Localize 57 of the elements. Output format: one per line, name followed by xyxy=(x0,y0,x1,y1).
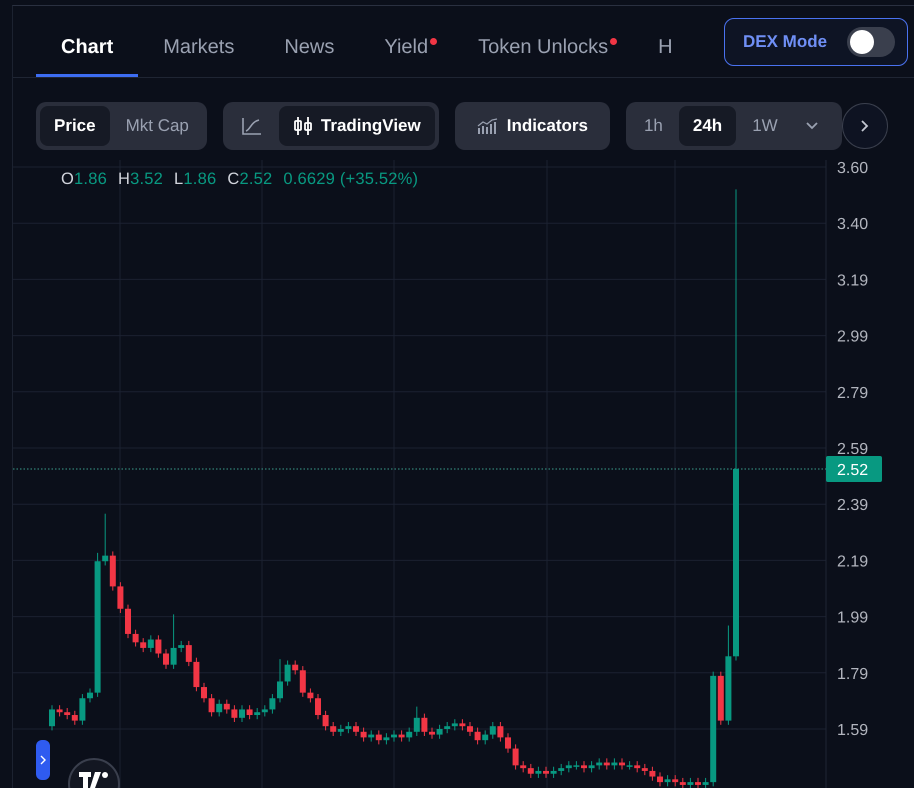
chevron-down-icon xyxy=(804,121,819,131)
candle xyxy=(505,732,511,754)
dex-mode-toggle[interactable]: DEX Mode xyxy=(724,18,908,66)
chevron-right-icon xyxy=(860,119,870,133)
interval-button[interactable]: 24h xyxy=(678,106,736,146)
price-axis-label: 1.99 xyxy=(837,610,868,627)
candle xyxy=(239,704,245,722)
candle xyxy=(429,727,435,740)
candle xyxy=(353,722,359,736)
tab[interactable]: News xyxy=(259,6,360,77)
candle xyxy=(49,704,55,731)
price-axis-label: 3.19 xyxy=(837,272,868,290)
candle xyxy=(543,766,549,778)
tab[interactable]: H xyxy=(633,6,689,77)
segment-button[interactable]: Mkt Cap xyxy=(112,106,203,146)
last-price-tag: 2.52 xyxy=(826,456,882,482)
candle xyxy=(391,730,397,742)
candle xyxy=(277,658,283,703)
price-axis-label: 3.60 xyxy=(837,160,868,177)
candle xyxy=(315,694,321,720)
ohlc-value: H3.52 xyxy=(118,170,164,189)
candle xyxy=(201,682,207,703)
indicators-icon xyxy=(476,118,499,134)
price-axis-label: 2.99 xyxy=(837,328,868,346)
candle xyxy=(581,760,587,773)
candle xyxy=(467,722,473,736)
indicators-button[interactable]: Indicators xyxy=(454,102,610,150)
candle xyxy=(87,688,93,703)
price-axis-label: 2.79 xyxy=(837,384,868,402)
line-chart-icon xyxy=(240,116,263,136)
candle xyxy=(163,648,169,670)
tab[interactable]: Markets xyxy=(138,6,260,77)
price-change: 0.6629 (+35.52%) xyxy=(283,170,418,189)
chevron-right-icon xyxy=(40,755,46,765)
interval-button[interactable]: 1W xyxy=(738,106,792,146)
segment-button[interactable]: Price xyxy=(40,106,110,146)
candle xyxy=(619,758,625,770)
toggle-switch[interactable] xyxy=(847,27,895,57)
candle xyxy=(125,604,131,639)
candle xyxy=(657,772,663,787)
tab[interactable]: Token Unlocks xyxy=(453,6,634,77)
candle xyxy=(695,777,701,788)
price-axis-label: 2.59 xyxy=(837,441,868,458)
price-axis-label: 2.19 xyxy=(837,553,868,570)
candlestick-chart-button[interactable]: TradingView xyxy=(278,106,435,146)
tab[interactable]: Yield xyxy=(359,6,454,77)
candlestick-icon xyxy=(292,116,313,136)
price-axis-label: 3.40 xyxy=(837,216,868,234)
tab[interactable]: Chart xyxy=(36,6,138,77)
ohlc-value: L1.86 xyxy=(174,170,216,189)
ohlc-value: O1.86 xyxy=(61,170,107,189)
price-axis-label: 2.39 xyxy=(837,497,868,514)
price-axis-label: 1.79 xyxy=(837,666,868,683)
price-axis-label: 1.59 xyxy=(837,722,868,739)
interval-button[interactable]: 1h xyxy=(630,106,677,146)
expand-panel-button[interactable] xyxy=(36,740,50,780)
ohlc-value: C2.52 xyxy=(227,170,272,189)
